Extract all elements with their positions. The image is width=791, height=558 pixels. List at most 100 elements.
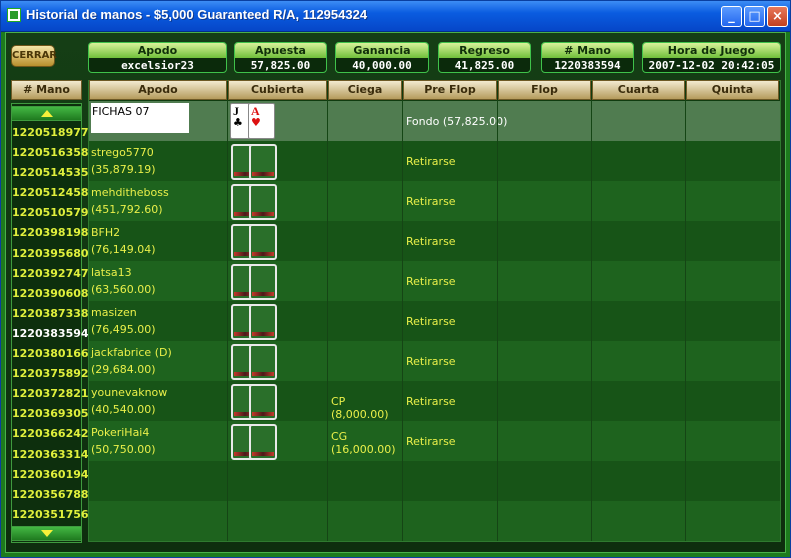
card-back: [249, 304, 277, 340]
column-header-apodo[interactable]: Apodo: [89, 80, 227, 100]
column-divider: [497, 100, 498, 541]
hand-list-header[interactable]: # Mano: [11, 80, 82, 100]
column-divider: [402, 100, 403, 541]
column-divider: [685, 100, 686, 541]
blind-value: CG (16,000.00): [331, 430, 396, 456]
preflop-action: Retirarse: [406, 195, 456, 208]
hand-list-item[interactable]: 1220356788: [11, 485, 89, 505]
card-suit-icon: ♣: [233, 116, 243, 129]
hand-list-item[interactable]: 1220366242: [11, 424, 89, 444]
info-value: excelsior23: [121, 59, 194, 72]
hand-list-item[interactable]: 1220518977: [11, 123, 89, 143]
hand-list-item[interactable]: 1220395680: [11, 244, 89, 264]
card-back: [249, 384, 277, 420]
info-value: 2007-12-02 20:42:05: [648, 59, 775, 72]
info-value: 40,000.00: [352, 59, 412, 72]
hand-list-item[interactable]: 1220380166: [11, 344, 89, 364]
hand-list-item[interactable]: 1220390608: [11, 284, 89, 304]
info-label: Regreso: [439, 43, 530, 58]
player-name: FICHAS 07: [92, 105, 150, 118]
player-stack: (451,792.60): [91, 203, 163, 216]
cerrar-button[interactable]: CERRAR: [11, 45, 57, 67]
hand-list-item[interactable]: 1220383594: [11, 324, 89, 344]
card-back: [249, 264, 277, 300]
column-header-cubierta[interactable]: Cubierta: [228, 80, 327, 100]
hand-list-item[interactable]: 1220387338: [11, 304, 89, 324]
maximize-button[interactable]: □: [744, 6, 765, 27]
column-divider: [591, 100, 592, 541]
player-name: masizen: [91, 306, 137, 319]
info-label: Apodo: [89, 43, 226, 58]
minimize-button[interactable]: _: [721, 6, 742, 27]
info-label: # Mano: [542, 43, 633, 58]
card-back: [249, 184, 277, 220]
info-label: Ganancia: [336, 43, 428, 58]
history-window: Historial de manos - $5,000 Guaranteed R…: [0, 0, 791, 558]
app-icon: [7, 8, 21, 22]
preflop-action: Retirarse: [406, 275, 456, 288]
info-apodo: Apodo excelsior23: [88, 42, 227, 73]
arrow-down-icon: [41, 530, 53, 537]
hand-list-scroll-down[interactable]: [11, 526, 82, 541]
title-bar[interactable]: Historial de manos - $5,000 Guaranteed R…: [1, 1, 790, 32]
preflop-action: Retirarse: [406, 315, 456, 328]
hand-list-item[interactable]: 1220510579: [11, 203, 89, 223]
player-stack: (63,560.00): [91, 283, 156, 296]
card-back: [249, 424, 277, 460]
hand-list-item[interactable]: 1220512458: [11, 183, 89, 203]
table-row[interactable]: [89, 461, 780, 501]
info-value: 41,825.00: [454, 59, 515, 72]
info-regreso: Regreso 41,825.00: [438, 42, 531, 73]
player-stack: (35,879.19): [91, 163, 156, 176]
column-divider: [327, 100, 328, 541]
column-header-ciega[interactable]: Ciega: [328, 80, 402, 100]
column-header-flop[interactable]: Flop: [498, 80, 591, 100]
hand-list-item[interactable]: 1220360194: [11, 465, 89, 485]
player-name: strego5770: [91, 146, 154, 159]
player-name-box: FICHAS 07: [91, 103, 189, 133]
player-stack: (76,149.04): [91, 243, 156, 256]
column-divider: [227, 100, 228, 541]
info-hora: Hora de Juego 2007-12-02 20:42:05: [642, 42, 781, 73]
close-button[interactable]: ×: [767, 6, 788, 27]
player-name: mehditheboss: [91, 186, 169, 199]
hand-list-item[interactable]: 1220516358: [11, 143, 89, 163]
player-name: PokeriHai4: [91, 426, 150, 439]
player-stack: (50,750.00): [91, 443, 156, 456]
player-name: jackfabrice (D): [91, 346, 172, 359]
hand-list-scroll-up[interactable]: [11, 106, 82, 121]
preflop-action: Retirarse: [406, 435, 456, 448]
preflop-action: Retirarse: [406, 235, 456, 248]
hand-list: 1220518977 1220516358 1220514535 1220512458…: [11, 123, 89, 525]
blind-value: CP (8,000.00): [331, 395, 389, 421]
card-back: [249, 224, 277, 260]
player-stack: (29,684.00): [91, 363, 156, 376]
preflop-action: Retirarse: [406, 355, 456, 368]
hand-list-item[interactable]: 1220398198: [11, 223, 89, 243]
hand-list-item[interactable]: 1220392747: [11, 264, 89, 284]
card-suit-icon: ♥: [251, 116, 261, 129]
column-header-quinta[interactable]: Quinta: [686, 80, 779, 100]
hand-list-item[interactable]: 1220363314: [11, 445, 89, 465]
info-label: Hora de Juego: [643, 43, 780, 58]
info-mano: # Mano 1220383594: [541, 42, 634, 73]
player-name: latsa13: [91, 266, 132, 279]
preflop-action: Retirarse: [406, 395, 456, 408]
window-title: Historial de manos - $5,000 Guaranteed R…: [26, 7, 368, 22]
player-name: younevaknow: [91, 386, 168, 399]
hand-list-item[interactable]: 1220375892: [11, 364, 89, 384]
player-stack: (40,540.00): [91, 403, 156, 416]
info-value: 1220383594: [554, 59, 621, 72]
arrow-up-icon: [41, 110, 53, 117]
hand-list-item[interactable]: 1220372821: [11, 384, 89, 404]
hand-list-item[interactable]: 1220514535: [11, 163, 89, 183]
preflop-action: Fondo (57,825.00): [406, 115, 508, 128]
playing-card: A ♥: [248, 103, 275, 139]
column-header-pre-flop[interactable]: Pre Flop: [403, 80, 497, 100]
preflop-action: Retirarse: [406, 155, 456, 168]
hand-list-item[interactable]: 1220351756: [11, 505, 89, 525]
table-row[interactable]: [89, 501, 780, 541]
hand-list-item[interactable]: 1220369305: [11, 404, 89, 424]
column-header-cuarta[interactable]: Cuarta: [592, 80, 685, 100]
info-ganancia: Ganancia 40,000.00: [335, 42, 429, 73]
